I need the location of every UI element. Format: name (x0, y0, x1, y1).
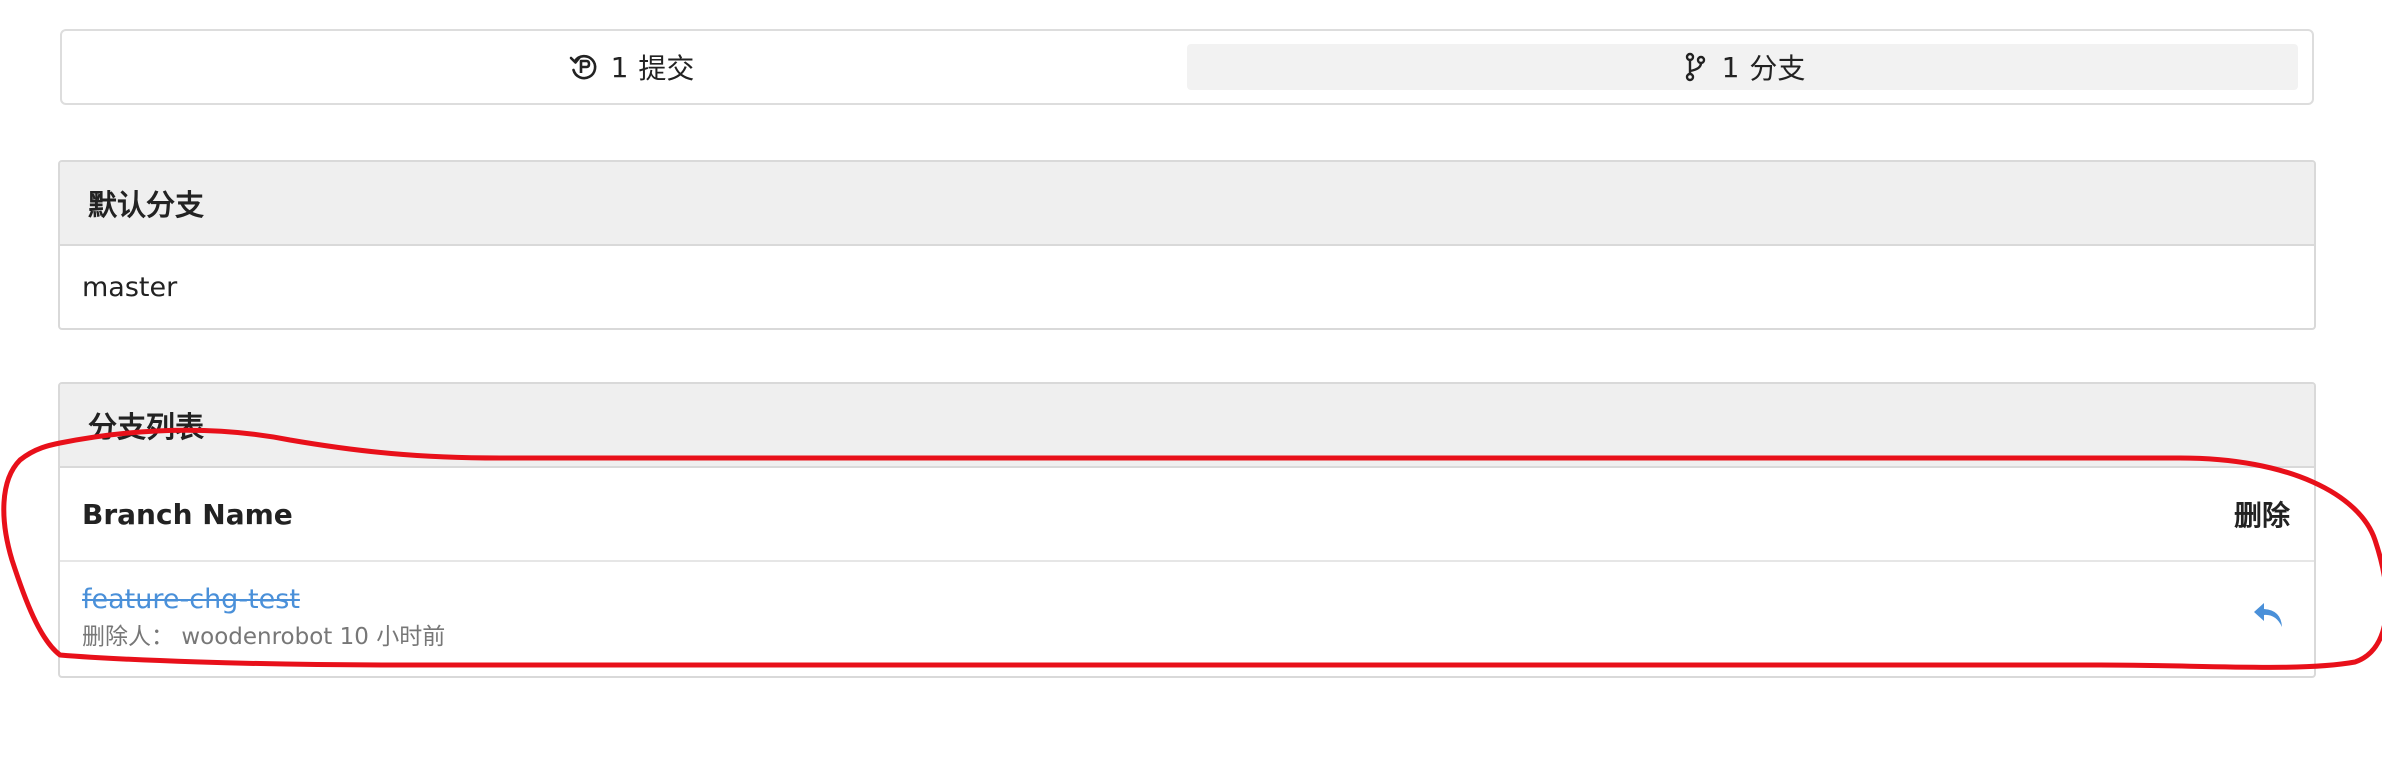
repository-stats-bar: 1 提交 1 分支 (60, 29, 2314, 105)
branch-deleted-meta: 删除人： woodenrobot 10 小时前 (82, 622, 445, 652)
commits-label: 提交 (638, 52, 695, 85)
deleted-by-user: woodenrobot (181, 624, 333, 650)
branch-list-panel: 分支列表 Branch Name 删除 feature-chg-test 删除人… (58, 382, 2316, 678)
branches-stat[interactable]: 1 分支 (1187, 44, 2298, 90)
branch-list-heading: 分支列表 (60, 384, 2314, 468)
restore-icon (2252, 600, 2284, 634)
table-row: feature-chg-test 删除人： woodenrobot 10 小时前 (60, 562, 2314, 672)
branch-table-header: Branch Name 删除 (60, 468, 2314, 562)
deleted-by-label: 删除人： (82, 624, 174, 650)
column-branch-name: Branch Name (82, 497, 293, 531)
deleted-branch-link[interactable]: feature-chg-test (82, 582, 445, 618)
deleted-time: 10 小时前 (339, 624, 446, 650)
default-branch-heading: 默认分支 (60, 162, 2314, 246)
column-delete: 删除 (2233, 499, 2290, 532)
commits-count: 1 (610, 50, 629, 84)
history-icon (569, 52, 599, 82)
branch-info: feature-chg-test 删除人： woodenrobot 10 小时前 (82, 582, 445, 652)
restore-branch-button[interactable] (2246, 595, 2290, 639)
default-branch-value: master (82, 271, 178, 303)
branches-label: 分支 (1749, 52, 1806, 85)
default-branch-panel: 默认分支 master (58, 160, 2316, 330)
commits-stat[interactable]: 1 提交 (76, 44, 1187, 90)
branches-count: 1 (1721, 50, 1740, 84)
branch-icon (1680, 52, 1710, 82)
